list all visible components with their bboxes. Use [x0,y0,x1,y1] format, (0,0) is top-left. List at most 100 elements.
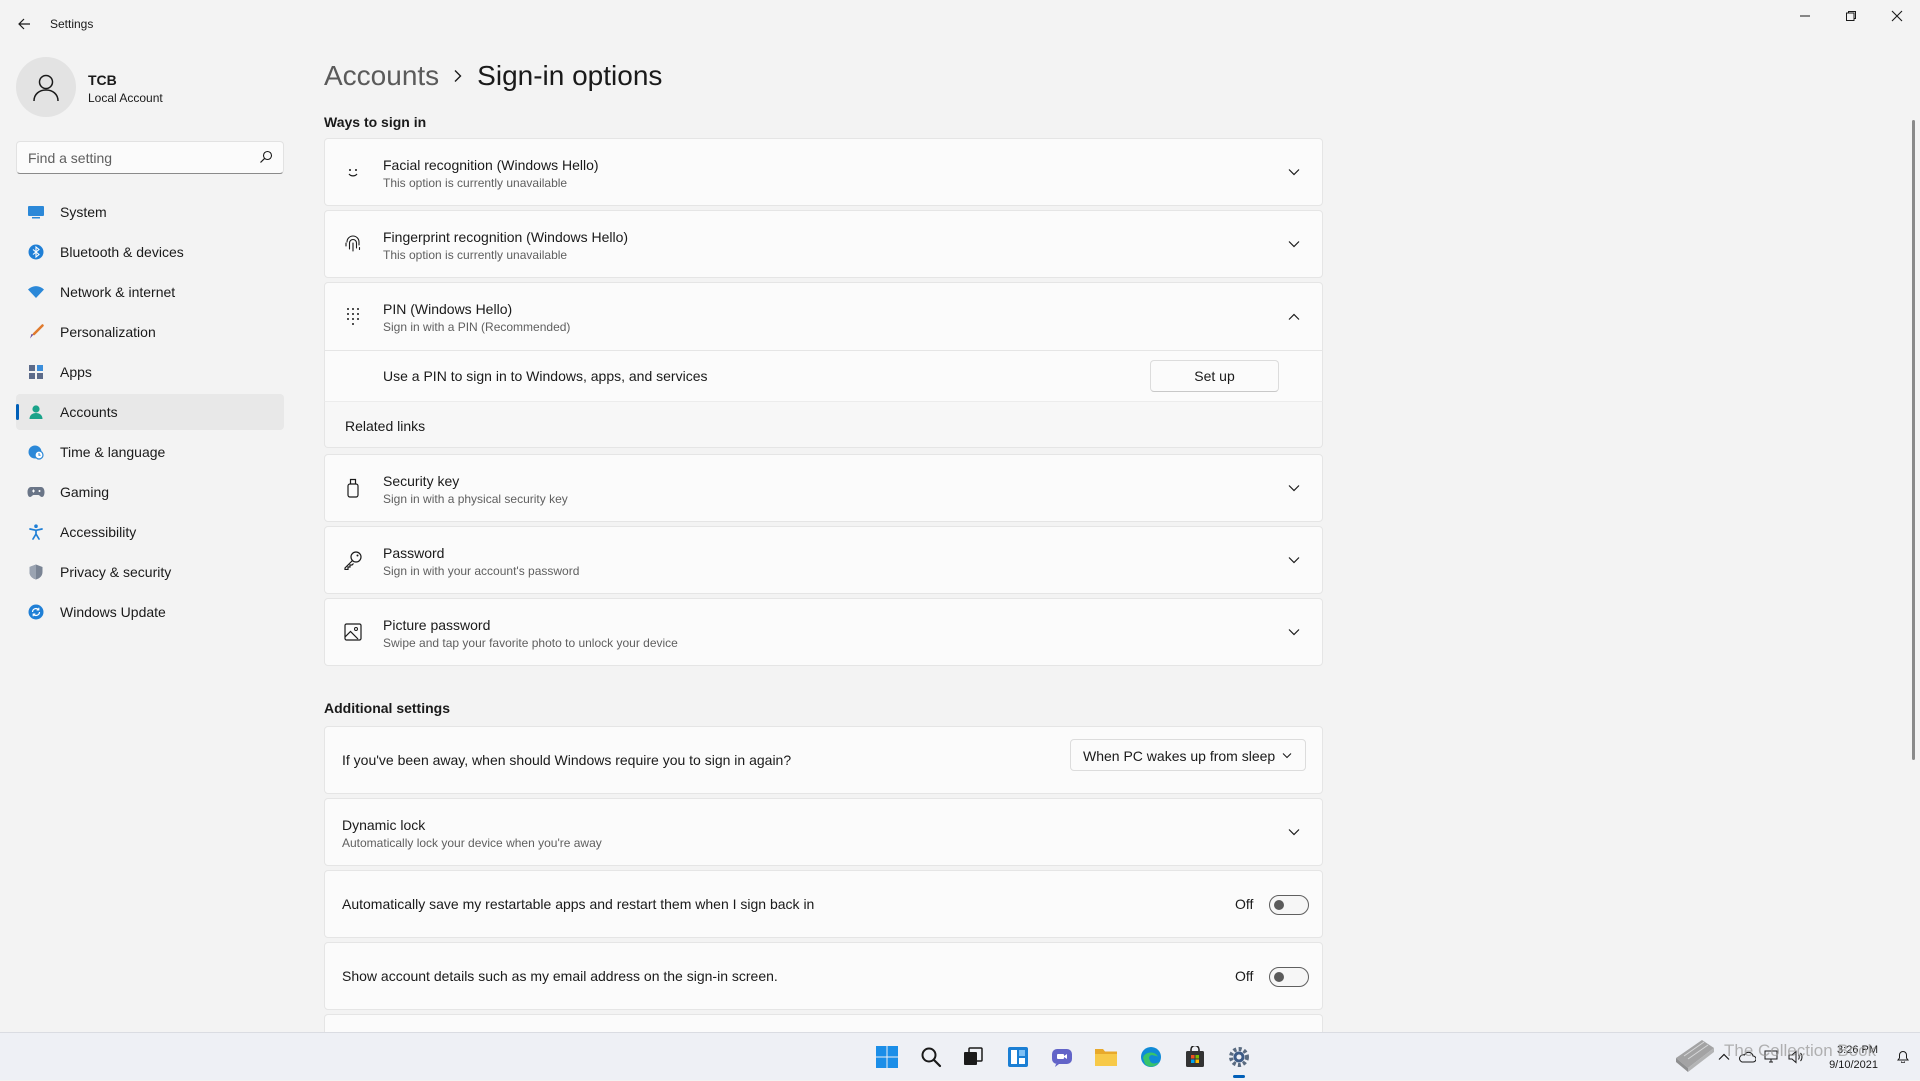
sign-in-again-label: If you've been away, when should Windows… [342,752,792,768]
sidebar-item-bluetooth[interactable]: Bluetooth & devices [16,234,284,270]
option-subtitle: This option is currently unavailable [383,248,568,262]
globe-clock-icon [26,442,46,462]
fingerprint-icon [343,234,363,254]
edge-icon [1141,1047,1161,1067]
store-button[interactable] [1175,1033,1215,1081]
chevron-down-icon[interactable] [1286,824,1302,840]
sidebar-item-label: Gaming [60,484,110,500]
related-links-section: Related links [324,401,1323,448]
settings-taskbar-button[interactable] [1219,1033,1259,1081]
toggle-state-label: Off [1235,968,1254,984]
minimize-icon [1800,15,1810,17]
breadcrumb-parent-link[interactable]: Accounts [324,60,439,92]
shield-icon [26,562,46,582]
system-icon [26,202,46,222]
chevron-down-icon[interactable] [1286,236,1302,252]
chat-button[interactable] [1042,1033,1082,1081]
chat-icon [1052,1049,1072,1067]
close-icon [1891,10,1903,22]
sidebar-item-system[interactable]: System [16,194,284,230]
back-button[interactable] [12,12,36,36]
pin-card[interactable]: PIN (Windows Hello) Sign in with a PIN (… [324,282,1323,351]
widgets-button[interactable] [998,1033,1038,1081]
person-icon [33,74,59,102]
related-links-label: Related links [345,418,426,434]
chevron-up-icon[interactable] [1286,309,1302,325]
chevron-down-icon[interactable] [1286,164,1302,180]
picture-icon [343,622,363,642]
sidebar-item-accessibility[interactable]: Accessibility [16,514,284,550]
fingerprint-recognition-card[interactable]: Fingerprint recognition (Windows Hello) … [324,210,1323,278]
breadcrumb-chevron-icon [453,69,463,83]
option-title: Picture password [383,617,491,633]
apps-icon [26,362,46,382]
search-box[interactable] [16,141,284,174]
start-button[interactable] [867,1033,907,1081]
sidebar-item-label: Time & language [60,444,166,460]
pin-setup-button[interactable]: Set up [1150,360,1279,392]
account-details-card: Show account details such as my email ad… [324,942,1323,1010]
restore-button[interactable] [1828,0,1874,32]
toggle-knob [1274,900,1284,910]
option-subtitle: Sign in with your account's password [383,564,580,578]
dynamic-lock-subtitle: Automatically lock your device when you'… [342,836,602,850]
option-title: Fingerprint recognition (Windows Hello) [383,229,629,245]
sign-in-again-dropdown[interactable]: When PC wakes up from sleep [1070,739,1306,771]
chevron-down-icon [1282,753,1292,759]
search-input[interactable] [26,148,246,168]
settings-icon [1229,1047,1249,1067]
gamepad-icon [26,482,46,502]
task-view-icon [964,1047,983,1065]
chevron-down-icon[interactable] [1286,552,1302,568]
dynamic-lock-card[interactable]: Dynamic lock Automatically lock your dev… [324,798,1323,866]
sidebar-item-gaming[interactable]: Gaming [16,474,284,510]
sidebar-item-network[interactable]: Network & internet [16,274,284,310]
pin-keypad-icon [343,307,363,327]
minimize-button[interactable] [1782,0,1828,32]
sidebar-nav: System Bluetooth & devices Network & int… [16,194,284,634]
sidebar-item-privacy[interactable]: Privacy & security [16,554,284,590]
chevron-down-icon[interactable] [1286,480,1302,496]
security-key-card[interactable]: Security key Sign in with a physical sec… [324,454,1323,522]
file-explorer-button[interactable] [1086,1033,1126,1081]
start-icon [876,1046,898,1068]
password-card[interactable]: Password Sign in with your account's pas… [324,526,1323,594]
task-view-button[interactable] [953,1033,993,1081]
sidebar-item-windows-update[interactable]: Windows Update [16,594,284,630]
close-button[interactable] [1874,0,1920,32]
sidebar-item-personalization[interactable]: Personalization [16,314,284,350]
sidebar-item-label: Privacy & security [60,564,172,580]
breadcrumb: Accounts Sign-in options [324,56,662,96]
taskbar-search-button[interactable] [911,1033,951,1081]
chevron-down-icon[interactable] [1286,624,1302,640]
back-arrow-icon [18,18,30,30]
sidebar-item-accounts[interactable]: Accounts [16,394,284,430]
file-explorer-icon [1095,1049,1117,1066]
account-details-toggle[interactable] [1269,967,1309,987]
facial-recognition-card[interactable]: Facial recognition (Windows Hello) This … [324,138,1323,206]
sidebar-item-label: Apps [60,364,92,380]
sidebar-item-apps[interactable]: Apps [16,354,284,390]
sidebar-item-time-language[interactable]: Time & language [16,434,284,470]
restart-apps-card: Automatically save my restartable apps a… [324,870,1323,938]
picture-password-card[interactable]: Picture password Swipe and tap your favo… [324,598,1323,666]
sidebar-item-label: System [60,204,107,220]
sidebar-item-label: Accounts [60,404,118,420]
page-title: Sign-in options [477,60,663,91]
option-subtitle: Swipe and tap your favorite photo to unl… [383,636,678,650]
notification-icon[interactable] [1896,1049,1910,1063]
scrollbar[interactable] [1912,120,1915,760]
sidebar-item-label: Bluetooth & devices [60,244,184,260]
store-icon [1186,1046,1204,1067]
user-profile[interactable]: TCB Local Account [16,57,286,117]
search-icon[interactable] [259,150,273,164]
restart-apps-toggle[interactable] [1269,895,1309,915]
restore-icon [1846,11,1856,21]
edge-button[interactable] [1131,1033,1171,1081]
profile-account-type: Local Account [88,91,163,105]
option-title: Password [383,545,445,561]
brush-icon [26,322,46,342]
key-icon [343,550,363,570]
face-icon [343,162,363,182]
watermark: The Collection Book [1672,1028,1876,1074]
